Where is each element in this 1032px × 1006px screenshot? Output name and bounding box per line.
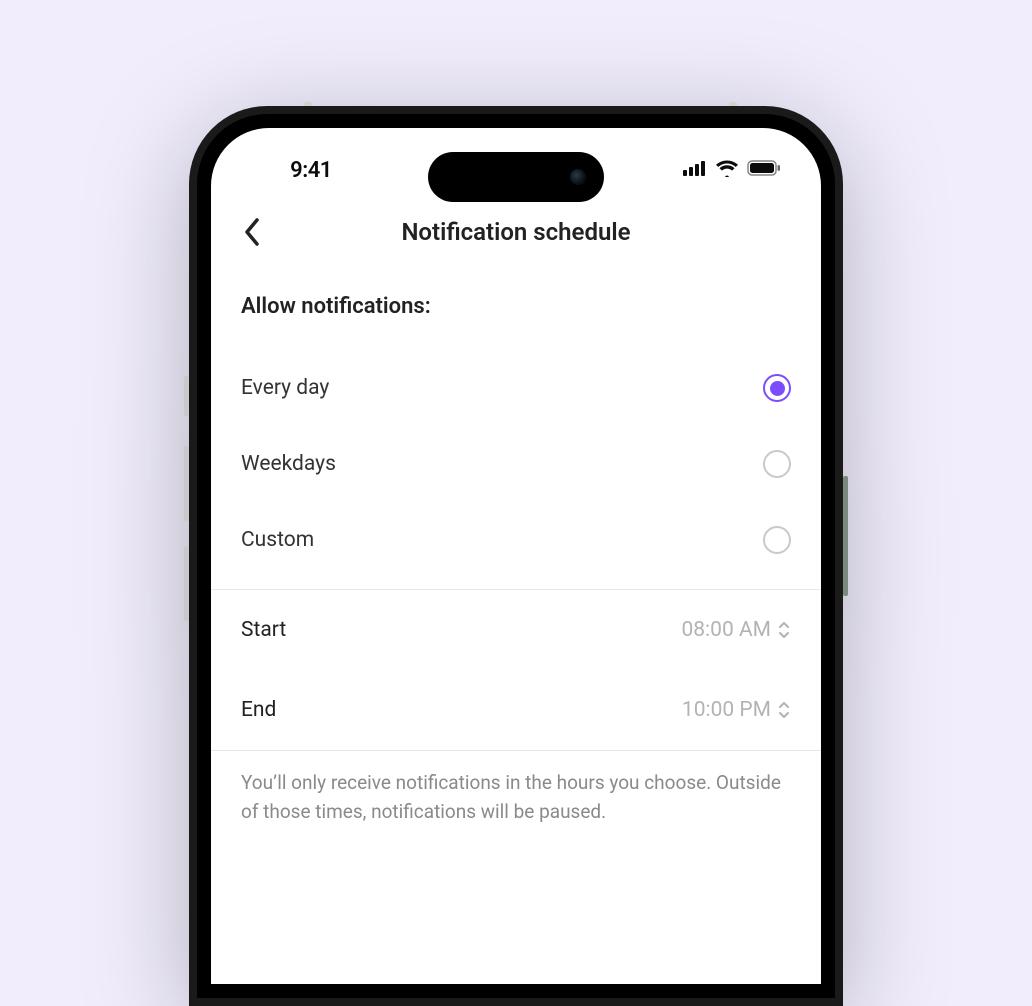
phone-frame: 9:41 (189, 106, 843, 1006)
start-time-value: 08:00 AM (681, 618, 771, 642)
status-time: 9:41 (251, 158, 371, 183)
footer-description: You’ll only receive notifications in the… (241, 751, 791, 826)
back-button[interactable] (235, 215, 269, 249)
wifi-icon (715, 159, 739, 181)
option-label: Every day (241, 376, 329, 400)
end-label: End (241, 698, 276, 722)
battery-icon (747, 160, 781, 180)
option-every-day[interactable]: Every day (241, 357, 791, 419)
dynamic-island (428, 152, 604, 202)
stepper-icon (777, 620, 791, 640)
option-label: Custom (241, 528, 314, 552)
start-time-row[interactable]: Start 08:00 AM (241, 590, 791, 670)
end-time-value: 10:00 PM (682, 698, 771, 722)
section-label: Allow notifications: (241, 294, 791, 319)
cellular-icon (683, 160, 707, 180)
page-title: Notification schedule (235, 218, 797, 246)
option-label: Weekdays (241, 452, 336, 476)
side-button-power (843, 476, 848, 596)
screen: 9:41 (211, 128, 821, 984)
camera-icon (570, 169, 586, 185)
option-custom[interactable]: Custom (241, 509, 791, 571)
chevron-left-icon (243, 218, 261, 246)
start-label: Start (241, 618, 286, 642)
radio-selected-icon (763, 374, 791, 402)
end-time-row[interactable]: End 10:00 PM (241, 670, 791, 750)
stepper-icon (777, 700, 791, 720)
radio-unselected-icon (763, 450, 791, 478)
radio-unselected-icon (763, 526, 791, 554)
nav-header: Notification schedule (211, 200, 821, 264)
option-weekdays[interactable]: Weekdays (241, 433, 791, 495)
